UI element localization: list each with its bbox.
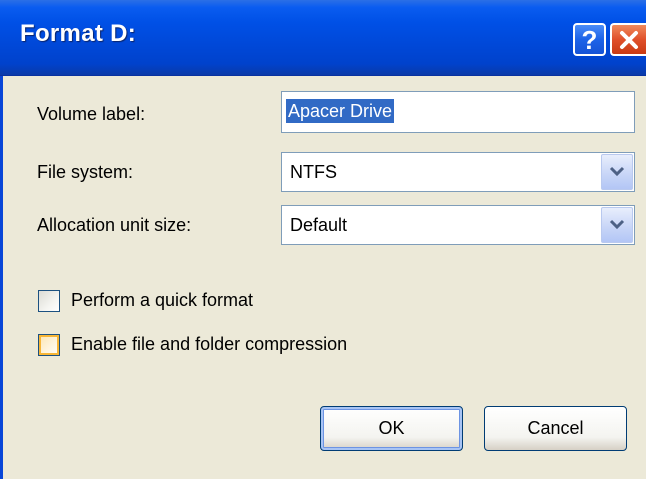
close-button[interactable] (610, 23, 646, 56)
quick-format-label[interactable]: Perform a quick format (71, 290, 253, 311)
allocation-unit-select[interactable]: Default (281, 205, 635, 245)
volume-label-label: Volume label: (37, 104, 146, 124)
file-system-select[interactable]: NTFS (281, 152, 635, 192)
volume-label-input[interactable]: Apacer Drive (281, 91, 635, 133)
title-bar[interactable]: Format D: ? (0, 0, 646, 76)
file-system-label: File system: (37, 162, 134, 182)
close-x-icon (620, 30, 638, 49)
compression-checkbox[interactable] (38, 334, 60, 356)
quick-format-checkbox[interactable] (38, 290, 60, 312)
compression-label[interactable]: Enable file and folder compression (71, 334, 347, 355)
allocation-unit-label: Allocation unit size: (37, 215, 192, 235)
ok-button[interactable]: OK (320, 406, 463, 451)
chevron-down-icon (609, 166, 625, 177)
cancel-button[interactable]: Cancel (484, 406, 627, 451)
help-button[interactable]: ? (573, 23, 606, 56)
chevron-down-icon (609, 219, 625, 230)
volume-label-value: Apacer Drive (286, 99, 395, 123)
question-mark-icon: ? (581, 24, 598, 55)
allocation-unit-value: Default (290, 215, 348, 235)
format-dialog: Format D: ? Volume label: Apacer Drive F… (0, 0, 646, 479)
dialog-title: Format D: (20, 20, 137, 47)
file-system-value: NTFS (290, 162, 337, 182)
file-system-dropdown-button[interactable] (601, 154, 633, 190)
allocation-unit-dropdown-button[interactable] (601, 207, 633, 243)
